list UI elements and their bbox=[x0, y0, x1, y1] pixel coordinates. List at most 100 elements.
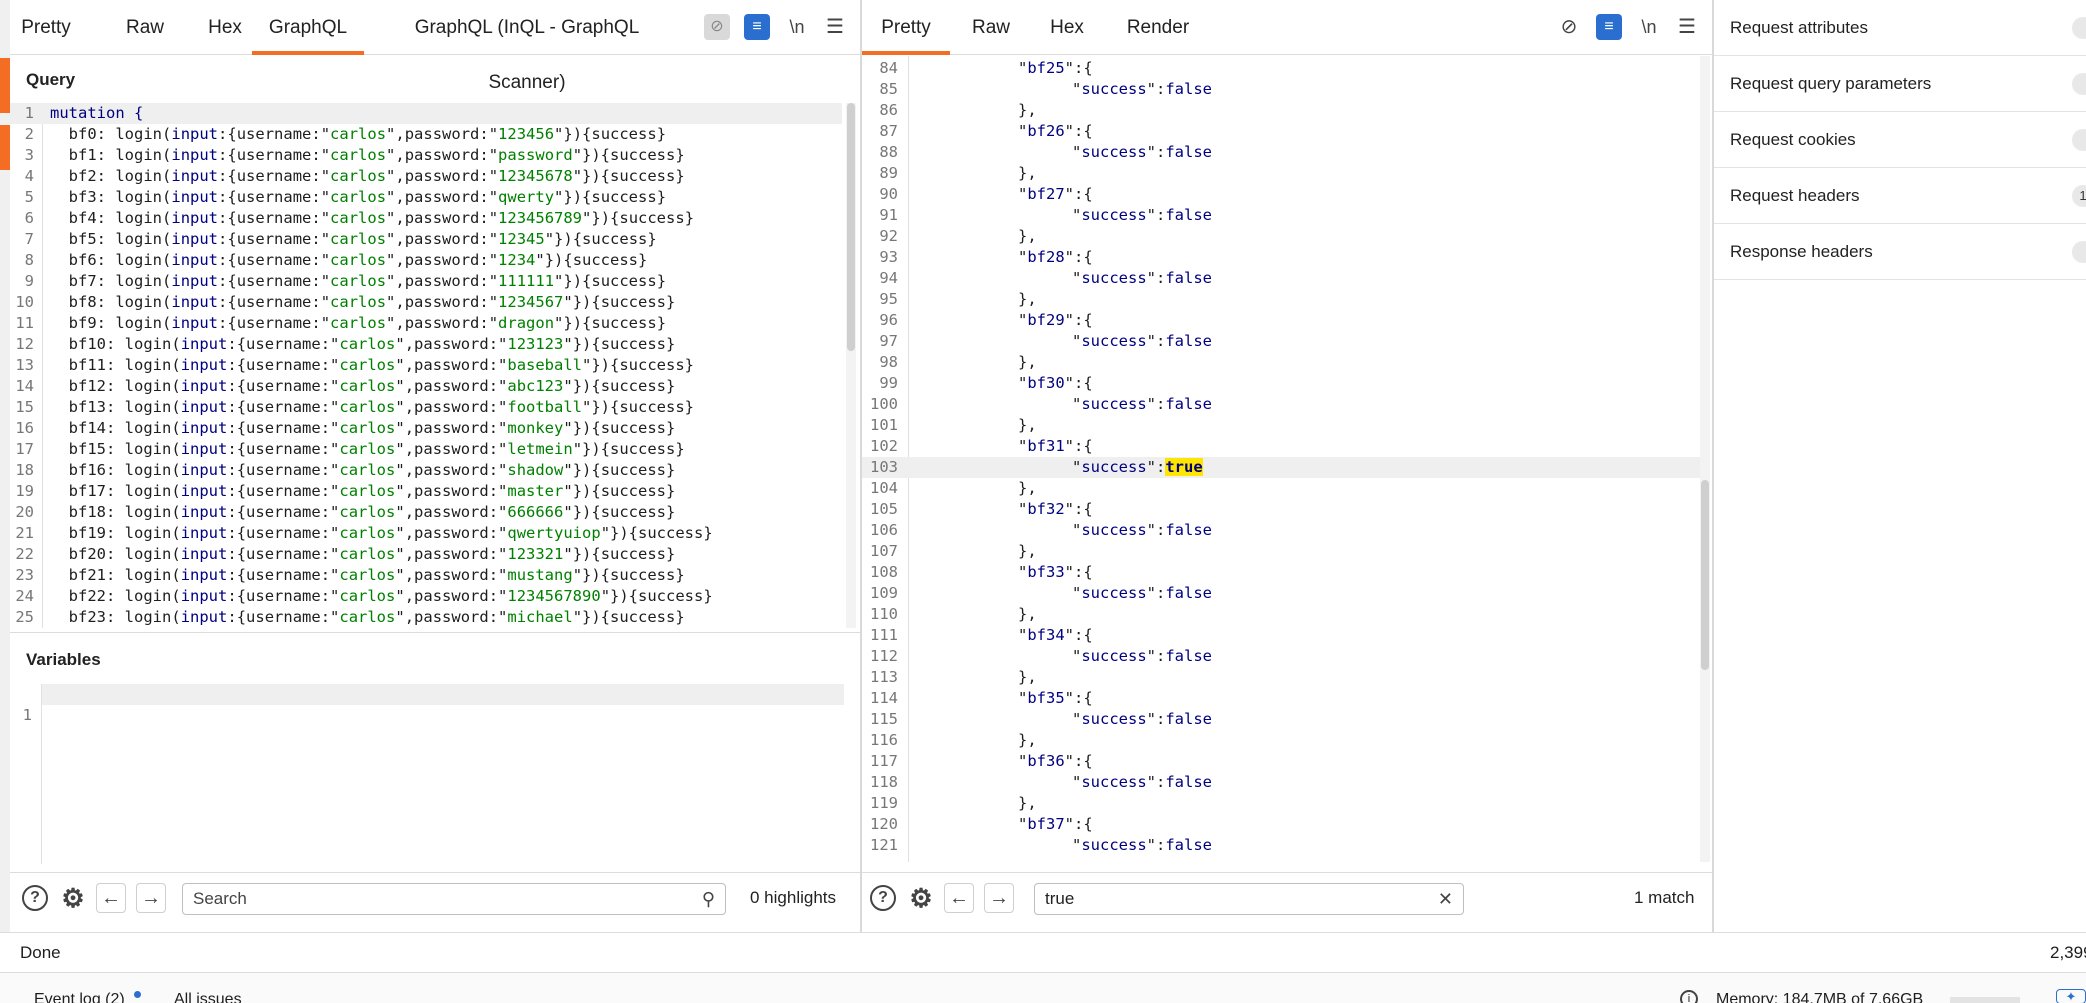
close-icon[interactable]: ✕ bbox=[1438, 884, 1453, 914]
tab-hex[interactable]: Hex bbox=[200, 0, 250, 55]
back-arrow-icon[interactable]: ← bbox=[944, 883, 974, 913]
line-number: 97 bbox=[879, 332, 898, 350]
newline-icon[interactable]: \n bbox=[784, 14, 810, 40]
query-line: 18 bf16: login(input:{username:"carlos",… bbox=[10, 460, 842, 481]
forward-arrow-icon[interactable]: → bbox=[984, 883, 1014, 913]
line-number: 100 bbox=[870, 395, 898, 413]
eye-off-icon[interactable]: ⊘ bbox=[704, 14, 730, 40]
line-number: 108 bbox=[870, 563, 898, 581]
json-key: success bbox=[1081, 332, 1147, 350]
query-code: bf4: login(input:{username:"carlos",pass… bbox=[68, 209, 695, 227]
query-line: 15 bf13: login(input:{username:"carlos",… bbox=[10, 397, 842, 418]
back-arrow-icon[interactable]: ← bbox=[96, 883, 126, 913]
response-line: 99 "bf30":{ bbox=[862, 373, 1700, 394]
response-search-bar: ? ⚙ ← → ✕ 1 match bbox=[862, 872, 1712, 922]
json-key: success bbox=[1081, 458, 1147, 476]
request-search-input[interactable] bbox=[193, 889, 619, 909]
response-line: 86}, bbox=[862, 100, 1700, 121]
line-number: 85 bbox=[879, 80, 898, 98]
tab-hex[interactable]: Hex bbox=[1042, 0, 1092, 55]
query-call: login bbox=[115, 146, 163, 164]
username-value: carlos bbox=[339, 335, 396, 353]
wrap-lines-icon[interactable]: ≡ bbox=[744, 14, 770, 40]
json-value: false bbox=[1165, 521, 1213, 539]
response-scroll-thumb[interactable] bbox=[1701, 480, 1709, 670]
line-number: 91 bbox=[879, 206, 898, 224]
tab-pretty[interactable]: Pretty bbox=[862, 0, 950, 55]
eye-off-icon[interactable]: ⊘ bbox=[1556, 14, 1582, 40]
response-code: }, bbox=[1018, 353, 1037, 371]
response-code: "success":false bbox=[1072, 647, 1213, 665]
query-field: success bbox=[619, 209, 685, 227]
query-alias: bf5 bbox=[68, 230, 97, 248]
line-number: 93 bbox=[879, 248, 898, 266]
tab-graphql-inql[interactable]: GraphQL (InQL - GraphQL Scanner) bbox=[386, 0, 668, 93]
inspector-item-badge bbox=[2072, 17, 2086, 39]
query-alias: bf22 bbox=[68, 587, 106, 605]
search-match: true bbox=[1165, 458, 1203, 476]
inspector-item[interactable]: Request headers 1 bbox=[1714, 168, 2086, 224]
json-value: false bbox=[1165, 269, 1213, 287]
json-key: success bbox=[1081, 773, 1147, 791]
inspector-item[interactable]: Response headers bbox=[1714, 224, 2086, 280]
line-number: 89 bbox=[879, 164, 898, 182]
tab-pretty[interactable]: Pretty bbox=[16, 0, 76, 55]
wrap-lines-icon[interactable]: ≡ bbox=[1596, 14, 1622, 40]
tab-graphql[interactable]: GraphQL bbox=[252, 0, 364, 55]
query-alias: bf21 bbox=[68, 566, 106, 584]
response-code: "success":false bbox=[1072, 521, 1213, 539]
query-call: login bbox=[115, 251, 163, 269]
response-code: "bf34":{ bbox=[1018, 626, 1093, 644]
gear-icon[interactable]: ⚙ bbox=[908, 885, 934, 911]
json-value: false bbox=[1165, 206, 1213, 224]
line-number: 1 bbox=[24, 104, 34, 122]
query-editor[interactable]: 1 mutation {2 bf0: login(input:{username:… bbox=[10, 103, 842, 628]
search-icon[interactable]: ⚲ bbox=[702, 884, 715, 914]
help-icon[interactable]: ? bbox=[22, 885, 48, 911]
query-call: login bbox=[115, 314, 163, 332]
line-number: 11 bbox=[15, 314, 34, 332]
line-number: 96 bbox=[879, 311, 898, 329]
menu-icon[interactable]: ☰ bbox=[822, 14, 848, 40]
json-key: bf25 bbox=[1027, 59, 1065, 77]
query-arg: input bbox=[171, 272, 219, 290]
line-number: 8 bbox=[24, 251, 34, 269]
query-arg: input bbox=[171, 209, 219, 227]
response-scrollbar[interactable] bbox=[1700, 56, 1710, 862]
query-scroll-thumb[interactable] bbox=[847, 103, 855, 351]
variables-editor[interactable]: 1 bbox=[10, 684, 852, 864]
gear-icon[interactable]: ⚙ bbox=[60, 885, 86, 911]
query-arg: input bbox=[171, 230, 219, 248]
inspector-item-label: Response headers bbox=[1730, 242, 1873, 261]
query-alias: bf1 bbox=[68, 146, 97, 164]
line-number: 95 bbox=[879, 290, 898, 308]
menu-icon[interactable]: ☰ bbox=[1674, 14, 1700, 40]
line-number: 102 bbox=[870, 437, 898, 455]
query-scrollbar[interactable] bbox=[846, 103, 856, 628]
tab-render[interactable]: Render bbox=[1118, 0, 1198, 55]
line-number: 88 bbox=[879, 143, 898, 161]
json-key: bf32 bbox=[1027, 500, 1065, 518]
event-log-link[interactable]: Event log (2) bbox=[34, 991, 125, 1003]
response-line: 110}, bbox=[862, 604, 1700, 625]
inspector-item[interactable]: Request query parameters bbox=[1714, 56, 2086, 112]
forward-arrow-icon[interactable]: → bbox=[136, 883, 166, 913]
response-search-input[interactable] bbox=[1045, 889, 1380, 909]
line-number: 117 bbox=[870, 752, 898, 770]
response-line: 108 "bf33":{ bbox=[862, 562, 1700, 583]
query-line: 17 bf15: login(input:{username:"carlos",… bbox=[10, 439, 842, 460]
sparkle-icon[interactable]: ✦ bbox=[2056, 989, 2086, 1003]
query-line: 21 bf19: login(input:{username:"carlos",… bbox=[10, 523, 842, 544]
all-issues-link[interactable]: All issues bbox=[174, 991, 242, 1003]
tab-raw[interactable]: Raw bbox=[966, 0, 1016, 55]
inspector-item[interactable]: Request attributes bbox=[1714, 0, 2086, 56]
username-value: carlos bbox=[330, 230, 387, 248]
line-number: 9 bbox=[24, 272, 34, 290]
newline-icon[interactable]: \n bbox=[1636, 14, 1662, 40]
password-key: password bbox=[414, 545, 489, 563]
help-icon[interactable]: ? bbox=[870, 885, 896, 911]
inspector-item[interactable]: Request cookies bbox=[1714, 112, 2086, 168]
response-editor[interactable]: 84 "bf25":{85 "success":false 86}, 87 "bf26":… bbox=[862, 56, 1700, 862]
tab-raw[interactable]: Raw bbox=[120, 0, 170, 55]
line-number: 115 bbox=[870, 710, 898, 728]
